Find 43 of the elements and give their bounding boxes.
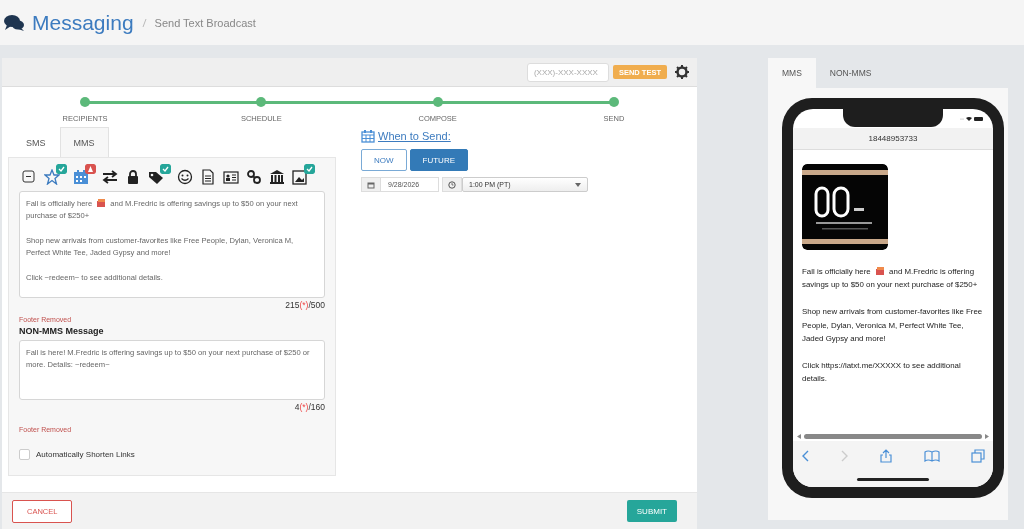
tags-icon[interactable]	[148, 169, 164, 185]
dropdown-caret-icon	[575, 182, 581, 187]
schedule-option[interactable]: NOW	[361, 149, 407, 171]
back-icon[interactable]	[801, 450, 809, 462]
message-tab[interactable]: SMS	[12, 127, 60, 157]
link-icon[interactable]	[246, 169, 262, 185]
document-icon[interactable]	[200, 169, 216, 185]
section-title: NON-MMS Message	[19, 326, 105, 336]
schedule-option[interactable]: FUTURE	[409, 149, 468, 171]
gift-icon	[874, 266, 885, 275]
collapse-icon[interactable]	[21, 169, 37, 185]
preview-tab[interactable]: NON-MMS	[815, 58, 886, 88]
share-icon[interactable]	[880, 449, 892, 463]
breadcrumb-separator-icon	[141, 17, 147, 28]
chat-bubbles-icon	[4, 14, 24, 31]
calendar-icon[interactable]	[73, 169, 89, 185]
lock-icon[interactable]	[125, 169, 141, 185]
settings-icon[interactable]	[675, 65, 689, 79]
sender-number: 18448953733	[793, 128, 993, 150]
scroll-right-icon	[985, 433, 989, 439]
contact-card-icon[interactable]	[223, 169, 239, 185]
bank-icon[interactable]	[269, 169, 285, 185]
character-count: 4(*)/160	[293, 402, 325, 412]
character-count: 215(*)/500	[284, 300, 325, 310]
message-tab[interactable]: MMS	[59, 127, 109, 157]
star-icon[interactable]	[44, 169, 60, 185]
book-icon[interactable]	[923, 450, 940, 462]
preview-tab[interactable]: MMS	[768, 58, 816, 88]
page-title: Messaging	[32, 10, 134, 35]
smiley-icon[interactable]	[177, 169, 193, 185]
gift-icon	[96, 198, 107, 207]
calendar-icon	[361, 129, 375, 143]
home-indicator	[857, 477, 929, 481]
clock-icon	[448, 180, 456, 189]
calendar-icon	[367, 180, 375, 189]
swap-arrows-icon[interactable]	[102, 169, 118, 185]
phone-field[interactable]: (XXX)-XXX-XXXX	[526, 62, 609, 82]
section-link[interactable]: When to Send:	[378, 130, 451, 142]
breadcrumb: Send Text Broadcast	[154, 16, 256, 29]
image-icon[interactable]	[292, 169, 308, 185]
checkbox-label: Automatically Shorten Links	[36, 450, 135, 459]
checkbox[interactable]	[19, 449, 30, 460]
scroll-left-icon	[797, 433, 801, 439]
